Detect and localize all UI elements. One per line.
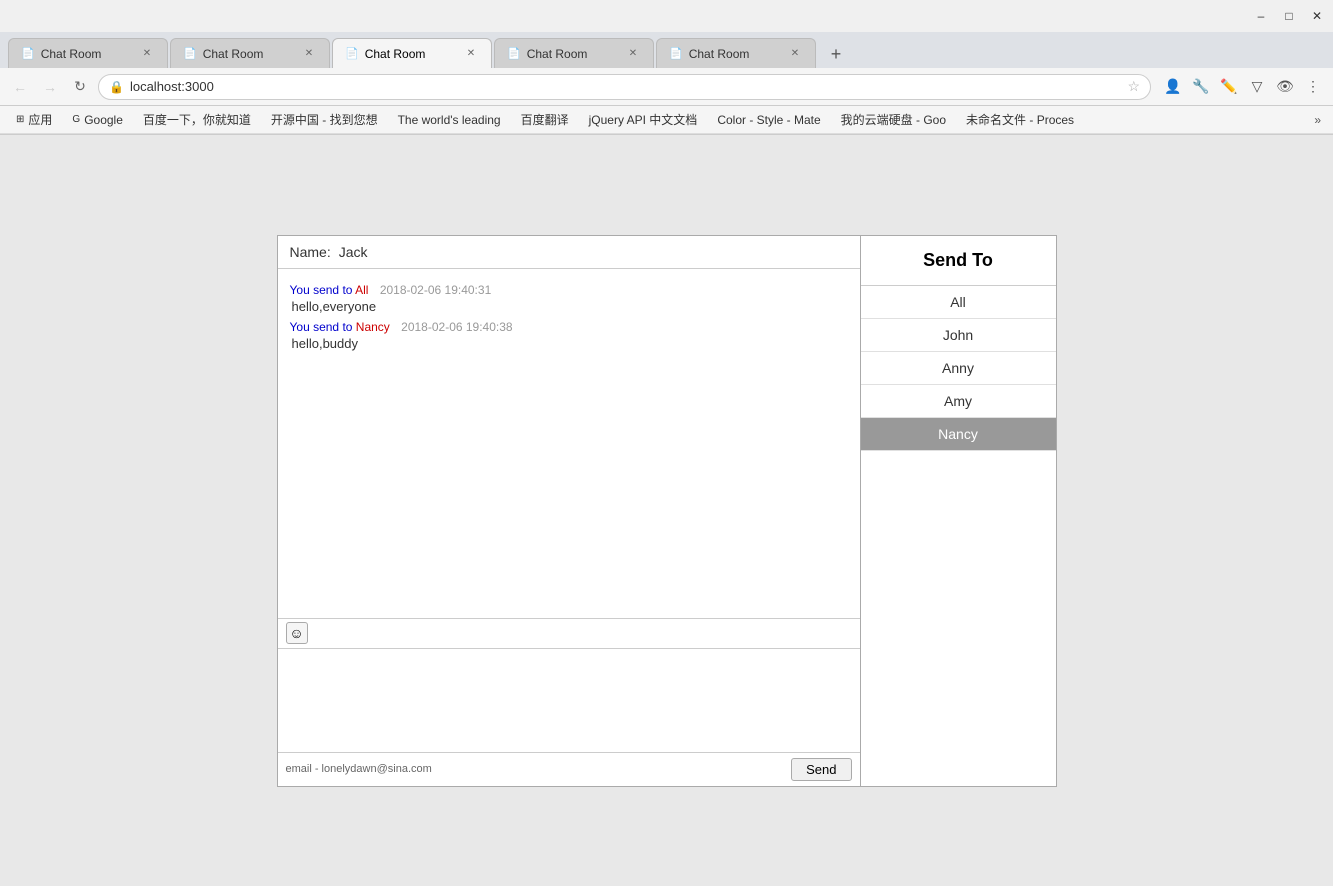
recipient-john[interactable]: John bbox=[861, 319, 1056, 352]
tab-2[interactable]: 📄 Chat Room ✕ bbox=[170, 38, 330, 68]
tab-4[interactable]: 📄 Chat Room ✕ bbox=[494, 38, 654, 68]
bookmark-baidufanyi-label: 百度翻译 bbox=[521, 111, 569, 128]
tab-1[interactable]: 📄 Chat Room ✕ bbox=[8, 38, 168, 68]
title-bar: – □ ✕ bbox=[0, 0, 1333, 32]
recipient-amy[interactable]: Amy bbox=[861, 385, 1056, 418]
tab-bar: 📄 Chat Room ✕ 📄 Chat Room ✕ 📄 Chat Room … bbox=[0, 32, 1333, 68]
google-icon: G bbox=[72, 114, 80, 125]
bookmark-baidufanyi[interactable]: 百度翻译 bbox=[513, 109, 577, 130]
address-input-wrap: 🔒 localhost:3000 ☆ bbox=[98, 74, 1151, 100]
bookmark-color[interactable]: Color - Style - Mate bbox=[709, 111, 828, 129]
msg-1-target: All bbox=[355, 283, 368, 297]
tab-1-close[interactable]: ✕ bbox=[139, 46, 155, 62]
tab-5-icon: 📄 bbox=[669, 47, 683, 60]
bookmark-apps-label: 应用 bbox=[28, 111, 52, 128]
browser-chrome: – □ ✕ 📄 Chat Room ✕ 📄 Chat Room ✕ 📄 Chat… bbox=[0, 0, 1333, 135]
bookmark-baidu[interactable]: 百度一下，你就知道 bbox=[135, 109, 259, 130]
bookmark-unnamed[interactable]: 未命名文件 - Proces bbox=[958, 109, 1082, 130]
recipient-list: All John Anny Amy Nancy bbox=[861, 286, 1056, 451]
bookmark-oschina[interactable]: 开源中国 - 找到您想 bbox=[263, 109, 386, 130]
chat-app: Name: Jack You send to All 2018-02-06 19… bbox=[277, 235, 1057, 787]
eye-icon[interactable]: 👁 bbox=[1273, 75, 1297, 99]
send-button[interactable]: Send bbox=[791, 758, 851, 781]
vpn-icon[interactable]: ▽ bbox=[1245, 75, 1269, 99]
address-text[interactable]: localhost:3000 bbox=[130, 79, 1121, 94]
pen-icon[interactable]: ✏️ bbox=[1217, 75, 1241, 99]
msg-2-meta: You send to Nancy 2018-02-06 19:40:38 bbox=[290, 320, 848, 334]
tab-3[interactable]: 📄 Chat Room ✕ bbox=[332, 38, 492, 68]
emoji-button[interactable]: ☺ bbox=[286, 622, 308, 644]
bookmark-google-label: Google bbox=[84, 113, 123, 127]
tab-5-close[interactable]: ✕ bbox=[787, 46, 803, 62]
tab-1-label: Chat Room bbox=[41, 47, 131, 61]
name-label: Name: bbox=[290, 244, 331, 260]
msg-1-timestamp: 2018-02-06 19:40:31 bbox=[380, 283, 491, 297]
extension-icon[interactable]: 🔧 bbox=[1189, 75, 1213, 99]
msg-1-text: hello,everyone bbox=[290, 299, 848, 314]
forward-button[interactable]: → bbox=[38, 75, 62, 99]
bookmark-baidu-label: 百度一下，你就知道 bbox=[143, 111, 251, 128]
tab-4-icon: 📄 bbox=[507, 47, 521, 60]
bookmark-oschina-label: 开源中国 - 找到您想 bbox=[271, 111, 378, 128]
toolbar-icons: 👤 🔧 ✏️ ▽ 👁 ⋮ bbox=[1161, 75, 1325, 99]
msg-2-target: Nancy bbox=[356, 320, 390, 334]
bookmarks-more-button[interactable]: » bbox=[1310, 111, 1325, 129]
chat-left-panel: Name: Jack You send to All 2018-02-06 19… bbox=[278, 236, 861, 786]
back-button[interactable]: ← bbox=[8, 75, 32, 99]
bookmark-github-label: The world's leading bbox=[398, 113, 501, 127]
bookmark-google[interactable]: G Google bbox=[64, 111, 130, 129]
msg-2-prefix: You send to bbox=[290, 320, 353, 334]
bookmarks-bar: ⊞ 应用 G Google 百度一下，你就知道 开源中国 - 找到您想 The … bbox=[0, 106, 1333, 134]
new-tab-button[interactable]: + bbox=[822, 40, 850, 68]
recipient-anny[interactable]: Anny bbox=[861, 352, 1056, 385]
msg-2-text: hello,buddy bbox=[290, 336, 848, 351]
recipient-nancy[interactable]: Nancy bbox=[861, 418, 1056, 451]
bookmark-apps[interactable]: ⊞ 应用 bbox=[8, 109, 60, 130]
close-button[interactable]: ✕ bbox=[1309, 8, 1325, 24]
name-value: Jack bbox=[339, 244, 368, 260]
minimize-button[interactable]: – bbox=[1253, 8, 1269, 24]
tab-2-close[interactable]: ✕ bbox=[301, 46, 317, 62]
recipient-all[interactable]: All bbox=[861, 286, 1056, 319]
bookmark-color-label: Color - Style - Mate bbox=[717, 113, 820, 127]
bookmark-drive[interactable]: 我的云端硬盘 - Goo bbox=[833, 109, 954, 130]
email-text: email - lonelydawn@sina.com bbox=[286, 763, 432, 775]
lock-icon: 🔒 bbox=[109, 80, 124, 94]
chat-messages: You send to All 2018-02-06 19:40:31 hell… bbox=[278, 269, 860, 619]
bookmark-drive-label: 我的云端硬盘 - Goo bbox=[841, 111, 946, 128]
page-content: Name: Jack You send to All 2018-02-06 19… bbox=[0, 135, 1333, 886]
apps-icon: ⊞ bbox=[16, 114, 24, 125]
chat-bottom-bar: email - lonelydawn@sina.com Send bbox=[278, 752, 860, 786]
tab-2-icon: 📄 bbox=[183, 47, 197, 60]
address-bar: ← → ↻ 🔒 localhost:3000 ☆ 👤 🔧 ✏️ ▽ 👁 ⋮ bbox=[0, 68, 1333, 106]
bookmark-github[interactable]: The world's leading bbox=[390, 111, 509, 129]
refresh-button[interactable]: ↻ bbox=[68, 75, 92, 99]
tab-5[interactable]: 📄 Chat Room ✕ bbox=[656, 38, 816, 68]
msg-1-prefix: You send to bbox=[290, 283, 353, 297]
tab-3-icon: 📄 bbox=[345, 47, 359, 60]
chat-input-area bbox=[278, 649, 860, 752]
tab-4-label: Chat Room bbox=[527, 47, 617, 61]
maximize-button[interactable]: □ bbox=[1281, 8, 1297, 24]
bookmark-jquery[interactable]: jQuery API 中文文档 bbox=[581, 109, 706, 130]
bookmark-jquery-label: jQuery API 中文文档 bbox=[589, 111, 698, 128]
tab-5-label: Chat Room bbox=[689, 47, 779, 61]
bookmark-star-icon[interactable]: ☆ bbox=[1127, 78, 1140, 95]
tab-3-close[interactable]: ✕ bbox=[463, 46, 479, 62]
msg-1-meta: You send to All 2018-02-06 19:40:31 bbox=[290, 283, 848, 297]
chat-right-panel: Send To All John Anny Amy Nancy bbox=[861, 236, 1056, 786]
send-to-header: Send To bbox=[861, 236, 1056, 286]
window-controls: – □ ✕ bbox=[1253, 8, 1325, 24]
user-icon[interactable]: 👤 bbox=[1161, 75, 1185, 99]
tab-3-label: Chat Room bbox=[365, 47, 455, 61]
chat-textarea[interactable] bbox=[278, 649, 860, 752]
chat-name-bar: Name: Jack bbox=[278, 236, 860, 269]
tab-2-label: Chat Room bbox=[203, 47, 293, 61]
msg-2-timestamp: 2018-02-06 19:40:38 bbox=[401, 320, 512, 334]
menu-icon[interactable]: ⋮ bbox=[1301, 75, 1325, 99]
bookmark-unnamed-label: 未命名文件 - Proces bbox=[966, 111, 1074, 128]
tab-4-close[interactable]: ✕ bbox=[625, 46, 641, 62]
tab-1-icon: 📄 bbox=[21, 47, 35, 60]
chat-toolbar: ☺ bbox=[278, 619, 860, 649]
